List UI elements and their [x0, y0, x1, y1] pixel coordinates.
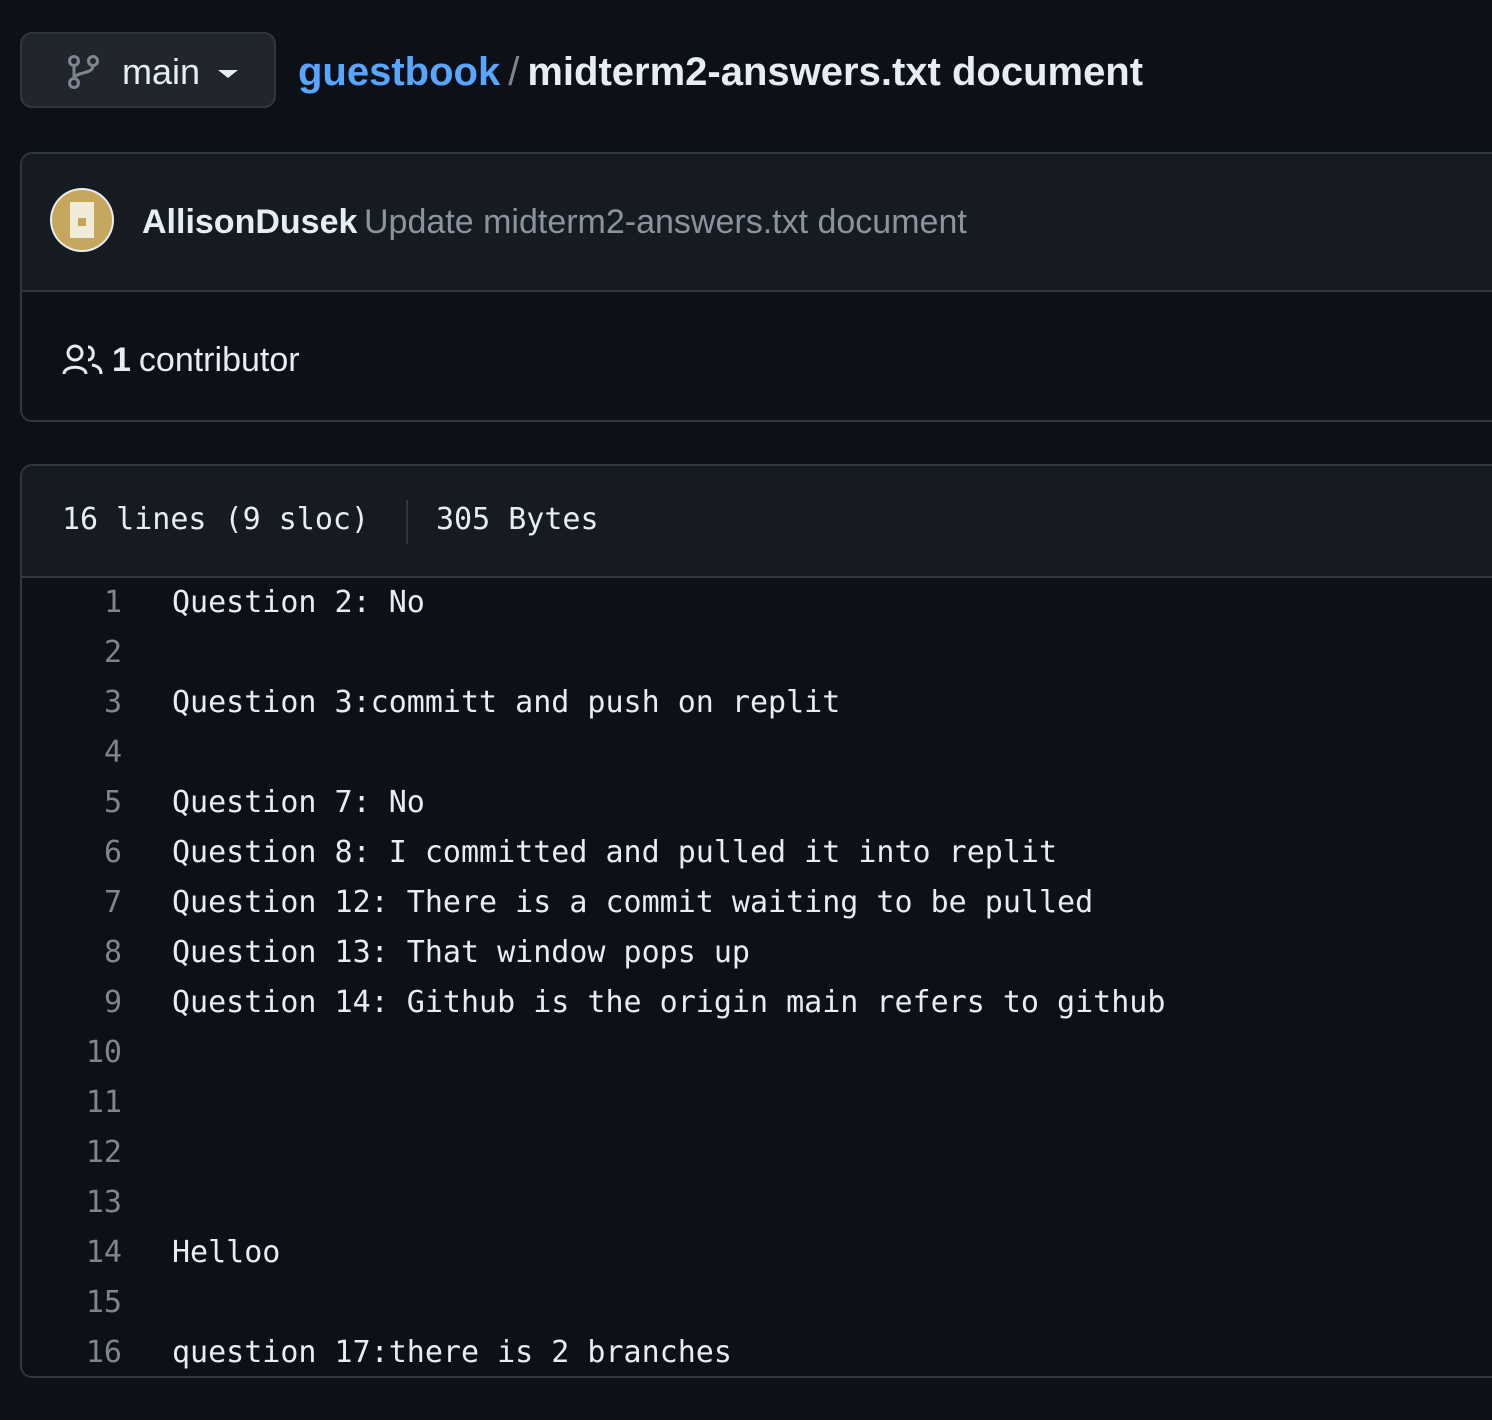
code-line: 6 Question 8: I committed and pulled it i… [22, 828, 1492, 878]
line-text: Question 3:committ and push on replit [172, 685, 841, 720]
line-text: question 17:there is 2 branches [172, 1335, 732, 1370]
code-line: 7 Question 12: There is a commit waiting … [22, 878, 1492, 928]
contributor-label: contributor [138, 341, 300, 379]
code-line: 11 [22, 1078, 1492, 1128]
branch-select-button[interactable]: main [20, 32, 276, 108]
line-number[interactable]: 8 [22, 928, 122, 978]
line-number[interactable]: 10 [22, 1028, 122, 1078]
code-line: 3 Question 3:committ and push on replit [22, 678, 1492, 728]
code-line: 14 Helloo [22, 1228, 1492, 1278]
line-text: Question 12: There is a commit waiting t… [172, 885, 1094, 920]
line-number[interactable]: 1 [22, 578, 122, 628]
code-line: 9 Question 14: Github is the origin main … [22, 978, 1492, 1028]
line-text: Question 13: That window pops up [172, 935, 750, 970]
line-number[interactable]: 12 [22, 1128, 122, 1178]
file-line-count: 16 lines (9 sloc) [62, 502, 370, 537]
code-line: 1 Question 2: No [22, 578, 1492, 628]
repo-link[interactable]: guestbook [298, 50, 500, 94]
code-line: 4 [22, 728, 1492, 778]
contributors-link[interactable]: 1 contributor [62, 340, 300, 380]
line-number[interactable]: 3 [22, 678, 122, 728]
people-icon [62, 344, 103, 375]
line-number[interactable]: 7 [22, 878, 122, 928]
line-number[interactable]: 15 [22, 1278, 122, 1328]
code-line: 2 [22, 628, 1492, 678]
breadcrumb-separator: / [508, 50, 520, 94]
code-line: 10 [22, 1028, 1492, 1078]
line-number[interactable]: 2 [22, 628, 122, 678]
line-number[interactable]: 4 [22, 728, 122, 778]
commit-message-link[interactable]: Update midterm2-answers.txt document [364, 202, 967, 242]
git-branch-icon [68, 55, 99, 89]
line-number[interactable]: 13 [22, 1178, 122, 1228]
file-name: midterm2-answers.txt document [527, 50, 1144, 94]
branch-name: main [122, 51, 201, 92]
code-line: 12 [22, 1128, 1492, 1178]
contributor-count: 1 [112, 341, 131, 379]
code-line: 5 Question 7: No [22, 778, 1492, 828]
line-number[interactable]: 9 [22, 978, 122, 1028]
line-number[interactable]: 11 [22, 1078, 122, 1128]
commit-header: AllisonDusek Update midterm2-answers.txt… [22, 154, 1492, 292]
line-text: Question 8: I committed and pulled it in… [172, 835, 1058, 870]
line-text: Question 14: Github is the origin main r… [172, 985, 1166, 1020]
avatar-pattern [70, 202, 94, 238]
line-number[interactable]: 14 [22, 1228, 122, 1278]
line-number[interactable]: 6 [22, 828, 122, 878]
file-size: 305 Bytes [436, 502, 599, 537]
caret-down-icon [218, 70, 238, 78]
line-text: Helloo [172, 1235, 281, 1270]
file-header: 16 lines (9 sloc) 305 Bytes [22, 466, 1492, 578]
user-avatar[interactable] [52, 190, 112, 250]
breadcrumb: guestbook / midterm2-answers.txt document [298, 46, 1143, 98]
line-text: Question 7: No [172, 785, 425, 820]
code-line: 15 [22, 1278, 1492, 1328]
file-meta-divider [406, 500, 408, 544]
code-body: 1 Question 2: No 2 3 Question 3:committ and … [22, 578, 1492, 1376]
line-number[interactable]: 5 [22, 778, 122, 828]
commit-author-link[interactable]: AllisonDusek [142, 202, 357, 242]
commit-info-box: AllisonDusek Update midterm2-answers.txt… [20, 152, 1492, 422]
code-line: 8 Question 13: That window pops up [22, 928, 1492, 978]
file-content-box: 16 lines (9 sloc) 305 Bytes 1 Question 2:… [20, 464, 1492, 1378]
line-text: Question 2: No [172, 585, 425, 620]
code-line: 13 [22, 1178, 1492, 1228]
code-line: 16 question 17:there is 2 branches [22, 1328, 1492, 1376]
line-number[interactable]: 16 [22, 1328, 122, 1376]
